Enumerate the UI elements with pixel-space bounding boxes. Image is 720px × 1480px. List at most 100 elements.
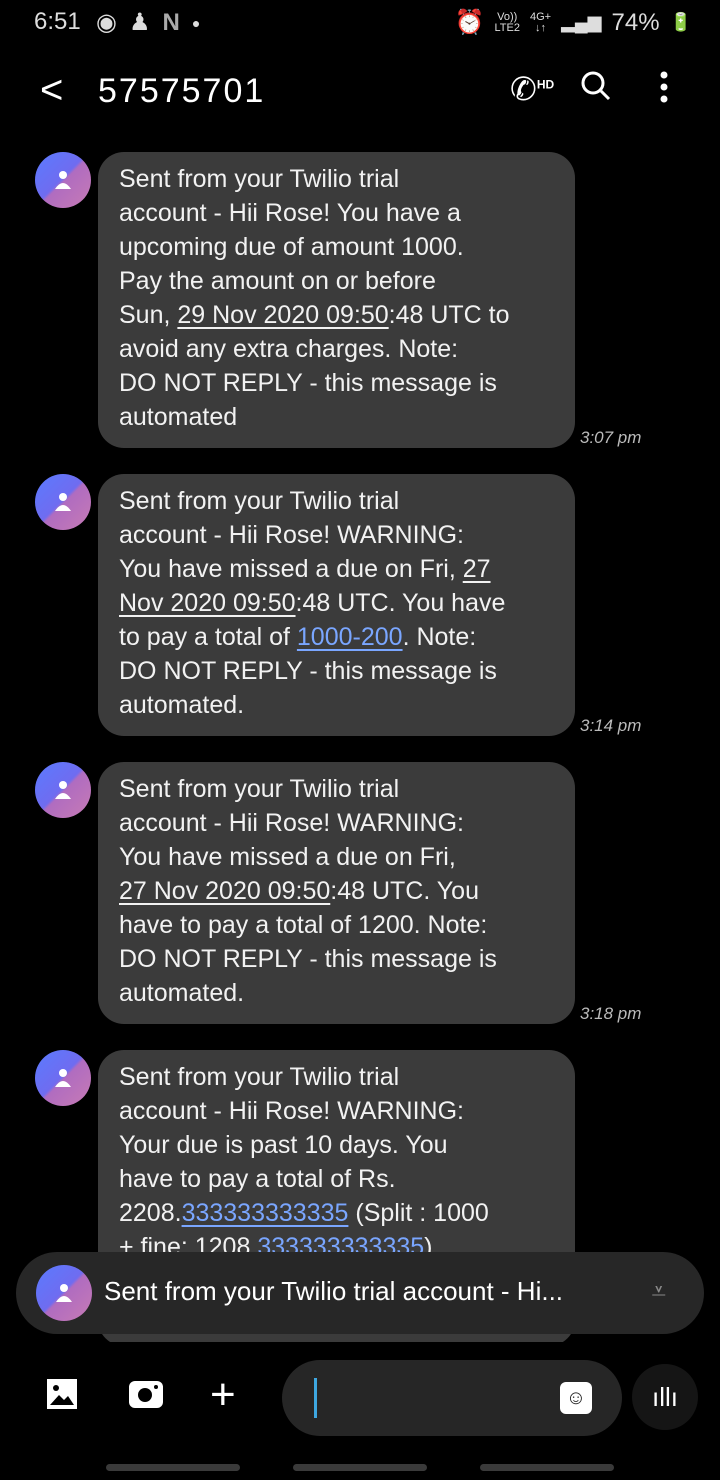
date-link[interactable]: 29 Nov 2020 09:50 [177, 301, 388, 329]
message-text: account - Hii Rose! You have a [119, 199, 461, 227]
more-options-button[interactable] [654, 70, 674, 112]
lte-label: LTE2 [494, 21, 520, 34]
message-timestamp: 3:18 pm [580, 1004, 642, 1023]
message-input[interactable]: ☺ [282, 1360, 622, 1436]
conversation-title: 57575701 [98, 72, 266, 110]
search-button[interactable] [580, 70, 612, 110]
more-vert-icon [660, 71, 668, 103]
voice-record-button[interactable]: ıllı [632, 1364, 698, 1430]
avatar [36, 1265, 92, 1321]
scroll-to-bottom-icon[interactable]: ⩡ [651, 1276, 666, 1308]
message-timestamp: 3:07 pm [580, 428, 642, 447]
message-line: Sent from your Twilio trial [119, 484, 555, 518]
search-icon [581, 71, 611, 101]
message-text: Sent from your Twilio trial [119, 487, 400, 515]
message-line: DO NOT REPLY - this message is [119, 942, 555, 976]
message-line: Pay the amount on or before [119, 264, 555, 298]
message-line: automated [119, 400, 555, 434]
nav-bar-home[interactable] [293, 1464, 427, 1471]
message-line: You have missed a due on Fri, 27 [119, 552, 555, 586]
avatar [35, 762, 91, 818]
message-text: upcoming due of amount 1000. [119, 233, 464, 261]
message-line: account - Hii Rose! WARNING: [119, 806, 555, 840]
sticker-button[interactable]: ☺ [560, 1382, 592, 1414]
date-link[interactable]: 27 Nov 2020 09:50 [119, 877, 330, 905]
message-line: You have missed a due on Fri, [119, 840, 555, 874]
message-text: Sent from your Twilio trial [119, 165, 400, 193]
data-type-label: 4G+ [529, 10, 552, 23]
message-line: Sent from your Twilio trial [119, 772, 555, 806]
message-line: have to pay a total of Rs. [119, 1162, 555, 1196]
message-text: account - Hii Rose! WARNING: [119, 1097, 464, 1125]
more-notifications-icon: ● [191, 14, 201, 31]
message-line: Sun, 29 Nov 2020 09:50:48 UTC to [119, 298, 555, 332]
message-line: automated. [119, 976, 555, 1010]
person-icon [56, 1284, 72, 1302]
message-text: :48 UTC. You [330, 877, 479, 905]
avatar [35, 152, 91, 208]
avatar [35, 474, 91, 530]
message-text: automated. [119, 691, 245, 719]
message-text: . Note: [402, 623, 477, 651]
gallery-button[interactable] [46, 1378, 78, 1419]
message-bubble[interactable]: Sent from your Twilio trial account - Hii… [98, 762, 575, 1024]
person-icon [55, 1069, 71, 1087]
message-text: Sun, [119, 301, 178, 329]
date-link[interactable]: 27 [463, 555, 491, 583]
media-player-icon: ◉ [96, 9, 117, 36]
message-link[interactable]: 1000-200 [297, 623, 403, 651]
nav-bar-back[interactable] [480, 1464, 614, 1471]
nav-bar-recents[interactable] [106, 1464, 240, 1471]
message-text: :48 UTC to [388, 301, 510, 329]
message-text: to pay a total of [119, 623, 297, 651]
sticker-icon: ☺ [565, 1387, 587, 1409]
message-text: account - Hii Rose! WARNING: [119, 521, 464, 549]
new-message-popup[interactable]: Sent from your Twilio trial account - Hi… [16, 1252, 704, 1334]
message-line: DO NOT REPLY - this message is [119, 366, 555, 400]
message-text: Pay the amount on or before [119, 267, 436, 295]
back-button[interactable]: < [40, 70, 63, 110]
battery-charging-icon: 🔋 [669, 12, 692, 32]
message-timestamp: 3:14 pm [580, 716, 642, 735]
text-caret [314, 1378, 317, 1418]
person-icon [55, 171, 71, 189]
message-text: avoid any extra charges. Note: [119, 335, 459, 363]
message-line: have to pay a total of 1200. Note: [119, 908, 555, 942]
message-text: DO NOT REPLY - this message is [119, 945, 497, 973]
message-bubble[interactable]: Sent from your Twilio trial account - Hii… [98, 152, 575, 448]
message-bubble[interactable]: Sent from your Twilio trial account - Hii… [98, 474, 575, 736]
add-attachment-button[interactable]: + [210, 1370, 236, 1420]
date-link[interactable]: Nov 2020 09:50 [119, 589, 296, 617]
composer-bar: + ☺ ıllı [0, 1358, 720, 1438]
message-text: 2208. [119, 1199, 182, 1227]
message-text: :48 UTC. You have [295, 589, 506, 617]
message-text: have to pay a total of 1200. Note: [119, 911, 488, 939]
battery-percent: 74% [611, 8, 660, 36]
status-time: 6:51 [34, 8, 81, 35]
message-text: have to pay a total of Rs. [119, 1165, 396, 1193]
camera-icon [129, 1381, 163, 1408]
hd-call-button[interactable]: ✆HD [510, 70, 554, 108]
message-line: 27 Nov 2020 09:50:48 UTC. You [119, 874, 555, 908]
message-line: upcoming due of amount 1000. [119, 230, 555, 264]
conversation-header: < 57575701 ✆HD [0, 56, 720, 126]
netflix-icon: N [162, 8, 180, 36]
message-line: Sent from your Twilio trial [119, 1060, 555, 1094]
message-link[interactable]: 333333333335 [182, 1199, 349, 1227]
voice-waveform-icon: ıllı [652, 1382, 678, 1412]
message-line: to pay a total of 1000-200. Note: [119, 620, 555, 654]
camera-button[interactable] [128, 1378, 164, 1419]
message-line: Sent from your Twilio trial [119, 162, 555, 196]
message-text: automated. [119, 979, 245, 1007]
message-text: Sent from your Twilio trial [119, 775, 400, 803]
popup-text: Sent from your Twilio trial account - Hi… [104, 1276, 564, 1306]
message-text: Your due is past 10 days. You [119, 1131, 448, 1159]
message-text: You have missed a due on Fri, [119, 843, 456, 871]
avatar [35, 1050, 91, 1106]
message-line: account - Hii Rose! WARNING: [119, 518, 555, 552]
message-line: 2208.333333333335 (Split : 1000 [119, 1196, 555, 1230]
message-text: automated [119, 403, 238, 431]
person-icon [55, 493, 71, 511]
message-list[interactable]: Sent from your Twilio trial account - Hii… [0, 130, 720, 1342]
person-icon [55, 781, 71, 799]
